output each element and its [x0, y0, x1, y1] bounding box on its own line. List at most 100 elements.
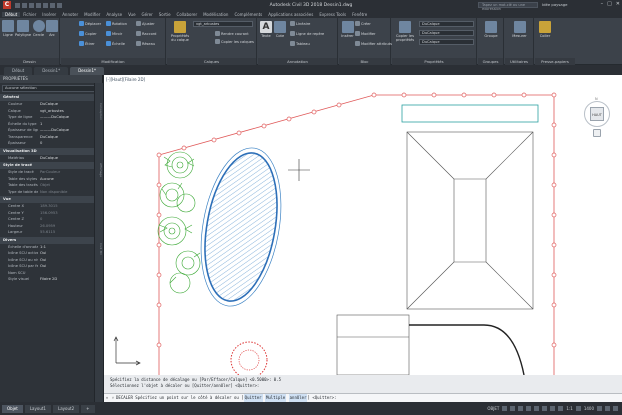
viewcube-lock-icon[interactable]	[593, 129, 601, 137]
grid-icon[interactable]	[502, 406, 508, 411]
layout-tab-1[interactable]: Layout1	[24, 404, 51, 413]
make-current-button[interactable]: Rendre courant	[215, 31, 249, 36]
new-file-icon[interactable]	[15, 2, 20, 8]
command-line[interactable]: ✕ ⌕ DECALER Spécifiez un point sur le cô…	[104, 393, 622, 402]
layers-group-title[interactable]: Calques	[167, 58, 256, 65]
save-as-icon[interactable]	[36, 2, 41, 8]
layer-combo[interactable]: vgt_arbustes	[193, 21, 253, 27]
ribbon-tab[interactable]: Insérer	[39, 12, 59, 17]
ribbon-tab[interactable]: Applications associées	[265, 12, 316, 17]
workspace-gear-icon[interactable]	[575, 406, 581, 411]
clipboard-group-title[interactable]: Presse-papiers	[535, 58, 575, 65]
app-menu-icon[interactable]: C	[3, 1, 11, 9]
linear-button[interactable]: Linéaire	[290, 21, 310, 26]
color-combo[interactable]: DuCalque	[419, 21, 474, 27]
properties-section-header[interactable]: Style de tracé	[0, 162, 102, 169]
snap-icon[interactable]	[510, 406, 516, 411]
property-row[interactable]: Épaisseur 0	[0, 140, 102, 147]
layer-properties-button[interactable]: Propriétés du calque	[169, 21, 191, 42]
properties-section-header[interactable]: Visualisation 3D	[0, 147, 102, 155]
minimize-icon[interactable]: –	[601, 1, 604, 7]
property-row[interactable]: Matériau DuCalque	[0, 155, 102, 162]
arc-button[interactable]: Arc	[46, 20, 58, 37]
viewcube[interactable]: N HAUT	[582, 97, 612, 137]
redo-icon[interactable]	[57, 2, 62, 8]
match-properties-button[interactable]: Copier les propriétés	[393, 21, 417, 42]
measure-button[interactable]: Mesurer	[507, 21, 532, 38]
copy-layers-button[interactable]: Copier les calques	[215, 39, 254, 44]
property-value[interactable]: 55.6115	[38, 229, 102, 236]
text-button[interactable]: A Texte	[260, 21, 272, 38]
ribbon-tab[interactable]: Annoter	[59, 12, 81, 17]
add-layout-button[interactable]: +	[81, 404, 95, 413]
circle-button[interactable]: Cercle	[32, 20, 45, 37]
option-quit[interactable]: Quitter	[243, 394, 263, 402]
dimension-button[interactable]: Cote	[274, 21, 286, 38]
fullscreen-icon[interactable]	[605, 406, 610, 411]
otrack-icon[interactable]	[542, 406, 548, 411]
viewcube-face-top[interactable]: HAUT	[590, 107, 604, 121]
insert-button[interactable]: Insérer	[341, 21, 354, 38]
stretch-button[interactable]: Étirer	[79, 41, 95, 46]
property-row[interactable]: Type de table de tr...Non disponible	[0, 189, 102, 196]
linetype-weight-combo[interactable]: DuCalque	[419, 30, 474, 36]
user-label[interactable]: Idée paysage	[542, 2, 567, 7]
property-value[interactable]: Filaire 2D	[38, 276, 102, 283]
properties-section-header[interactable]: Général	[0, 94, 102, 101]
groups-group-title[interactable]: Groupes	[478, 58, 503, 65]
properties-section-header[interactable]: Vue	[0, 196, 102, 203]
paste-button[interactable]: Coller	[537, 21, 553, 38]
scale-button[interactable]: Échelle	[106, 41, 125, 46]
ribbon-tab[interactable]: Modifier	[81, 12, 103, 17]
undo-icon[interactable]	[50, 2, 55, 8]
edit-attributes-button[interactable]: Modifier attributs	[355, 41, 392, 46]
ribbon-tab[interactable]: Début	[2, 11, 21, 17]
linetype-combo[interactable]: DuCalque	[419, 39, 474, 45]
ribbon-tab[interactable]: Compléments	[231, 12, 265, 17]
annotation-visibility-icon[interactable]	[558, 406, 564, 411]
ortho-icon[interactable]	[518, 406, 524, 411]
ribbon-tab[interactable]: Gérer	[139, 12, 156, 17]
open-file-icon[interactable]	[22, 2, 27, 8]
properties-group-title[interactable]: Propriétés	[392, 58, 476, 65]
edit-block-button[interactable]: Modifier	[355, 31, 376, 36]
selection-dropdown[interactable]: Aucune sélection	[2, 85, 100, 92]
ribbon-tab[interactable]: Collaborer	[174, 12, 201, 17]
draw-group-title[interactable]: Dessin	[0, 58, 59, 65]
ribbon-tab[interactable]: Vue	[125, 12, 138, 17]
ribbon-tab[interactable]: Fenêtre	[349, 12, 370, 17]
save-icon[interactable]	[29, 2, 34, 8]
properties-section-header[interactable]: Divers	[0, 236, 102, 244]
annotation-group-title[interactable]: Annotation	[258, 58, 337, 65]
ribbon-tab[interactable]: Sortie	[156, 12, 174, 17]
polyline-button[interactable]: Polyligne	[15, 20, 31, 37]
osnap-icon[interactable]	[534, 406, 540, 411]
create-block-button[interactable]: Créer	[355, 21, 371, 26]
ribbon-tab[interactable]: Modélisation	[200, 12, 231, 17]
polar-icon[interactable]	[526, 406, 532, 411]
trim-button[interactable]: Ajuster	[136, 21, 155, 26]
drawing-canvas[interactable]: [-][Haut][Filaire 2D] N HAUT	[104, 75, 622, 375]
file-tab-drawing[interactable]: Dessin1*	[34, 67, 69, 75]
line-button[interactable]: Ligne	[1, 20, 15, 37]
layout-tab-2[interactable]: Layout2	[52, 404, 80, 413]
annotation-scale[interactable]: 1:1	[566, 406, 572, 411]
option-undo[interactable]: annUler	[288, 394, 308, 402]
mirror-button[interactable]: Miroir	[106, 31, 122, 36]
customize-menu-icon[interactable]	[613, 406, 618, 411]
rotate-button[interactable]: Rotation	[106, 21, 127, 26]
ribbon-tab[interactable]: Analyse	[103, 12, 125, 17]
ribbon-tab[interactable]: Fichier	[20, 12, 39, 17]
sidebar-tab-civil3d[interactable]: Civil 3D	[96, 243, 103, 255]
file-tab-drawing-active[interactable]: Dessin1*	[70, 67, 104, 75]
sidebar-tab-display[interactable]: Affichage	[96, 163, 103, 177]
layout-tab-model[interactable]: Objet	[2, 404, 23, 413]
lineweight-icon[interactable]	[550, 406, 556, 411]
utilities-group-title[interactable]: Utilitaires	[505, 58, 533, 65]
option-multiple[interactable]: Multiple	[264, 394, 287, 402]
ribbon-tab[interactable]: Express Tools	[316, 12, 349, 17]
print-icon[interactable]	[43, 2, 48, 8]
move-button[interactable]: Déplacer	[79, 21, 101, 26]
fillet-button[interactable]: Raccord	[136, 31, 156, 36]
close-icon[interactable]: ✕	[616, 1, 620, 7]
